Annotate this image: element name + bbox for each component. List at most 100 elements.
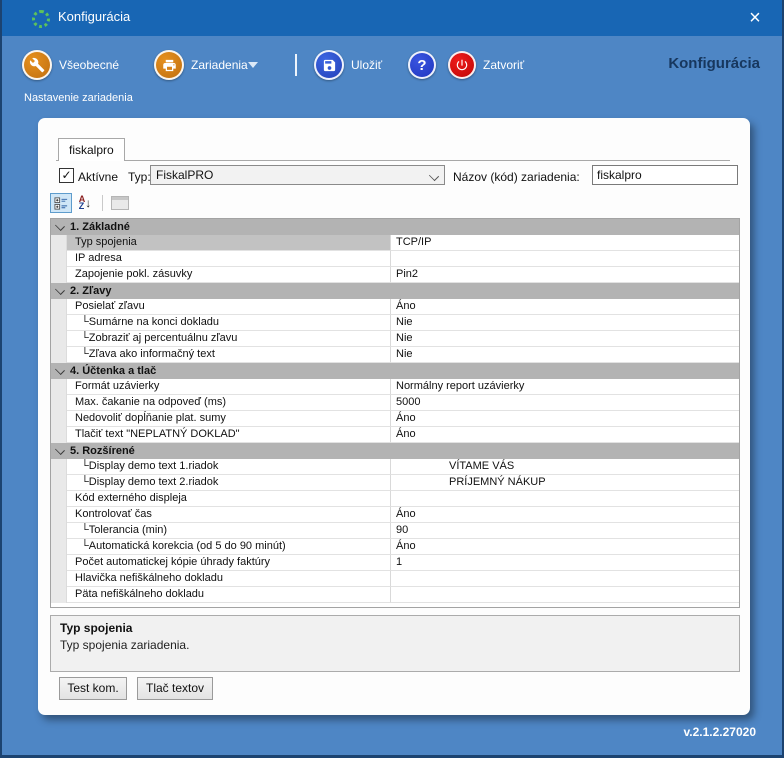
grid-category-row[interactable]: 4. Účtenka a tlač: [51, 363, 739, 379]
grid-property-row[interactable]: Kontrolovať časÁno: [51, 507, 739, 523]
help-button[interactable]: ?: [408, 51, 436, 79]
grid-gutter: [51, 395, 67, 411]
grid-property-row[interactable]: Hlavička nefiškálneho dokladu: [51, 571, 739, 587]
grid-property-row[interactable]: Päta nefiškálneho dokladu: [51, 587, 739, 603]
property-name[interactable]: └Display demo text 2.riadok: [67, 475, 391, 491]
property-name[interactable]: └Zobraziť aj percentuálnu zľavu: [67, 331, 391, 347]
sort-az-icon: A Z ↓: [79, 196, 92, 210]
grid-gutter: [51, 491, 67, 507]
grid-property-row[interactable]: └Display demo text 1.riadokVÍTAME VÁS: [51, 459, 739, 475]
grid-property-row[interactable]: Formát uzávierkyNormálny report uzávierk…: [51, 379, 739, 395]
property-name[interactable]: Formát uzávierky: [67, 379, 391, 395]
grid-property-row[interactable]: Počet automatickej kópie úhrady faktúry1: [51, 555, 739, 571]
grid-property-row[interactable]: └Sumárne na konci dokladuNie: [51, 315, 739, 331]
property-name[interactable]: Kontrolovať čas: [67, 507, 391, 523]
grid-property-row[interactable]: └Tolerancia (min)90: [51, 523, 739, 539]
description-text: Typ spojenia zariadenia.: [60, 638, 730, 652]
grid-category-row[interactable]: 2. Zľavy: [51, 283, 739, 299]
property-value[interactable]: VÍTAME VÁS: [391, 459, 739, 475]
help-glyph: ?: [417, 57, 426, 74]
test-communication-button[interactable]: Test kom.: [59, 677, 127, 700]
grid-property-row[interactable]: └Automatická korekcia (od 5 do 90 minút)…: [51, 539, 739, 555]
categorized-view-button[interactable]: [50, 193, 72, 213]
property-name[interactable]: Hlavička nefiškálneho dokladu: [67, 571, 391, 587]
property-name[interactable]: └Sumárne na konci dokladu: [67, 315, 391, 331]
property-value[interactable]: Pin2: [391, 267, 739, 283]
power-icon: [448, 51, 476, 79]
property-value[interactable]: [391, 491, 739, 507]
property-value[interactable]: [391, 251, 739, 267]
property-name[interactable]: Počet automatickej kópie úhrady faktúry: [67, 555, 391, 571]
property-name[interactable]: Päta nefiškálneho dokladu: [67, 587, 391, 603]
property-name[interactable]: Posielať zľavu: [67, 299, 391, 315]
grid-category-row[interactable]: 1. Základné: [51, 219, 739, 235]
property-name[interactable]: Zapojenie pokl. zásuvky: [67, 267, 391, 283]
property-name[interactable]: Tlačiť text "NEPLATNÝ DOKLAD": [67, 427, 391, 443]
grid-property-row[interactable]: Zapojenie pokl. zásuvkyPin2: [51, 267, 739, 283]
grid-property-row[interactable]: └Zľava ako informačný textNie: [51, 347, 739, 363]
grid-property-row[interactable]: Max. čakanie na odpoveď (ms)5000: [51, 395, 739, 411]
property-value[interactable]: [391, 571, 739, 587]
property-value[interactable]: Nie: [391, 331, 739, 347]
devices-dropdown-icon[interactable]: [248, 62, 258, 68]
property-value[interactable]: TCP/IP: [391, 235, 739, 251]
property-name[interactable]: └Tolerancia (min): [67, 523, 391, 539]
collapse-chevron-icon[interactable]: [55, 365, 65, 375]
property-value[interactable]: Áno: [391, 411, 739, 427]
property-value[interactable]: 1: [391, 555, 739, 571]
device-name-input[interactable]: fiskalpro: [592, 165, 738, 185]
property-name[interactable]: └Automatická korekcia (od 5 do 90 minút): [67, 539, 391, 555]
property-name[interactable]: Nedovoliť dopĺňanie plat. sumy: [67, 411, 391, 427]
property-value[interactable]: Nie: [391, 347, 739, 363]
general-label: Všeobecné: [59, 58, 119, 72]
grid-gutter: [51, 315, 67, 331]
grid-property-row[interactable]: Posielať zľavuÁno: [51, 299, 739, 315]
property-pages-icon: [111, 196, 129, 210]
active-checkbox[interactable]: ✓: [59, 168, 74, 183]
grid-property-row[interactable]: Nedovoliť dopĺňanie plat. sumyÁno: [51, 411, 739, 427]
floppy-icon: [314, 50, 344, 80]
grid-category-row[interactable]: 5. Rozšírené: [51, 443, 739, 459]
property-name[interactable]: IP adresa: [67, 251, 391, 267]
close-window-button[interactable]: Zatvoriť: [448, 51, 524, 79]
grid-gutter: [51, 299, 67, 315]
property-name[interactable]: └Zľava ako informačný text: [67, 347, 391, 363]
collapse-chevron-icon[interactable]: [55, 221, 65, 231]
property-value[interactable]: 5000: [391, 395, 739, 411]
tab-fiskalpro[interactable]: fiskalpro: [58, 138, 125, 161]
grid-gutter: [51, 539, 67, 555]
devices-button[interactable]: Zariadenia: [154, 50, 248, 80]
sort-alphabetical-button[interactable]: A Z ↓: [74, 193, 96, 213]
property-value[interactable]: Nie: [391, 315, 739, 331]
window-close-icon[interactable]: ×: [740, 4, 770, 32]
collapse-chevron-icon[interactable]: [55, 285, 65, 295]
grid-gutter: [51, 411, 67, 427]
property-value[interactable]: PRÍJEMNÝ NÁKUP: [391, 475, 739, 491]
category-label: 4. Účtenka a tlač: [70, 363, 156, 379]
property-name[interactable]: Max. čakanie na odpoveď (ms): [67, 395, 391, 411]
property-name[interactable]: └Display demo text 1.riadok: [67, 459, 391, 475]
save-label: Uložiť: [351, 58, 382, 72]
property-value[interactable]: Normálny report uzávierky: [391, 379, 739, 395]
property-value[interactable]: 90: [391, 523, 739, 539]
property-value[interactable]: Áno: [391, 539, 739, 555]
property-name[interactable]: Kód externého displeja: [67, 491, 391, 507]
general-button[interactable]: Všeobecné: [22, 50, 119, 80]
grid-property-row[interactable]: Tlačiť text "NEPLATNÝ DOKLAD"Áno: [51, 427, 739, 443]
save-button[interactable]: Uložiť: [314, 50, 382, 80]
grid-property-row[interactable]: └Display demo text 2.riadokPRÍJEMNÝ NÁKU…: [51, 475, 739, 491]
property-name[interactable]: Typ spojenia: [67, 235, 391, 251]
property-value[interactable]: [391, 587, 739, 603]
print-texts-button[interactable]: Tlač textov: [137, 677, 213, 700]
property-value[interactable]: Áno: [391, 427, 739, 443]
property-value[interactable]: Áno: [391, 299, 739, 315]
grid-property-row[interactable]: └Zobraziť aj percentuálnu zľavuNie: [51, 331, 739, 347]
grid-gutter: [51, 475, 67, 491]
grid-property-row[interactable]: IP adresa: [51, 251, 739, 267]
property-pages-button[interactable]: [109, 193, 131, 213]
property-value[interactable]: Áno: [391, 507, 739, 523]
device-type-select[interactable]: FiskalPRO: [150, 165, 445, 185]
grid-property-row[interactable]: Kód externého displeja: [51, 491, 739, 507]
collapse-chevron-icon[interactable]: [55, 445, 65, 455]
grid-property-row[interactable]: Typ spojeniaTCP/IP: [51, 235, 739, 251]
